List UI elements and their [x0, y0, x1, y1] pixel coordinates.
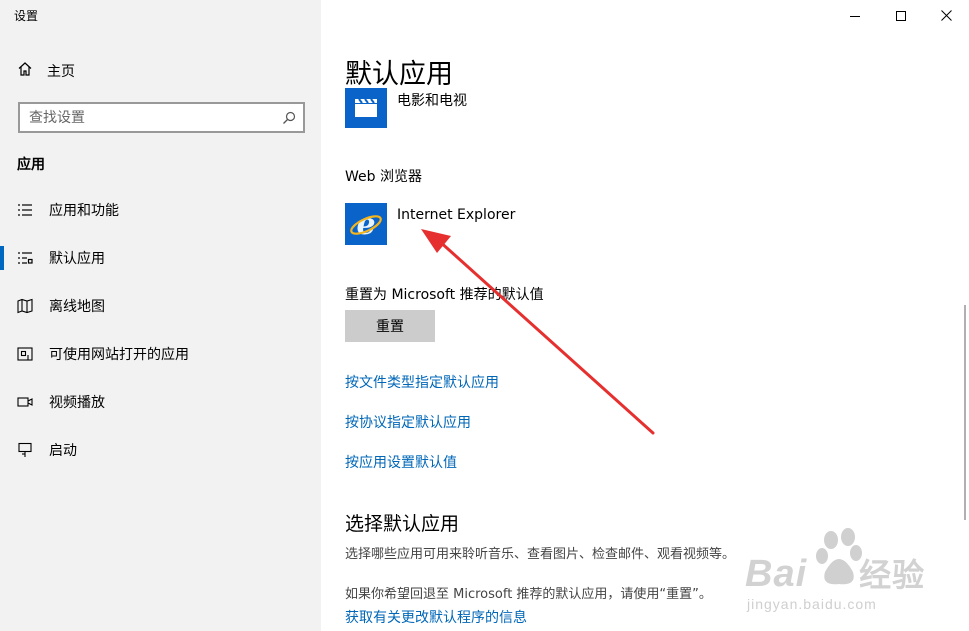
- internet-explorer-icon: e: [345, 203, 387, 245]
- svg-text:e: e: [356, 207, 375, 242]
- startup-icon: [17, 442, 33, 458]
- set-defaults-by-app-link[interactable]: 按应用设置默认值: [345, 452, 457, 472]
- default-apps-icon: [17, 250, 33, 266]
- sidebar-item-label: 启动: [49, 443, 77, 459]
- choose-by-file-type-link[interactable]: 按文件类型指定默认应用: [345, 372, 499, 392]
- home-label: 主页: [47, 64, 75, 80]
- sidebar-item-default-apps[interactable]: 默认应用: [0, 238, 321, 278]
- reset-description: 如果你希望回退至 Microsoft 推荐的默认应用，请使用“重置”。: [345, 587, 712, 602]
- home-link[interactable]: 主页: [17, 60, 75, 82]
- choose-default-apps-title: 选择默认应用: [345, 513, 460, 535]
- window-title: 设置: [14, 9, 39, 23]
- search-box[interactable]: [18, 102, 305, 133]
- sidebar-section-title: 应用: [17, 157, 45, 173]
- map-icon: [17, 298, 33, 314]
- list-icon: [17, 202, 33, 218]
- learn-more-link[interactable]: 获取有关更改默认程序的信息: [345, 607, 527, 627]
- reset-button[interactable]: 重置: [345, 310, 435, 342]
- video-icon: [17, 394, 33, 410]
- sidebar-item-label: 应用和功能: [49, 203, 119, 219]
- sidebar-item-video-playback[interactable]: 视频播放: [0, 382, 321, 422]
- sidebar: 设置 主页 应用 应用和功能 默认应用 离线地图 可: [0, 0, 321, 631]
- search-icon[interactable]: [282, 110, 296, 124]
- video-app-name: 电影和电视: [397, 93, 467, 109]
- selection-indicator: [0, 246, 4, 270]
- web-browser-app-name: Internet Explorer: [397, 207, 516, 223]
- sidebar-item-label: 可使用网站打开的应用: [49, 347, 189, 363]
- search-input[interactable]: [20, 104, 275, 131]
- choose-by-protocol-link[interactable]: 按协议指定默认应用: [345, 412, 471, 432]
- video-player-default[interactable]: 电影和电视: [345, 88, 467, 128]
- reset-heading: 重置为 Microsoft 推荐的默认值: [345, 287, 544, 303]
- main-content: 默认应用 电影和电视 Web 浏览器 e Internet Explorer 重…: [321, 0, 969, 631]
- sidebar-item-apps-features[interactable]: 应用和功能: [0, 190, 321, 230]
- sidebar-item-startup[interactable]: 启动: [0, 430, 321, 470]
- web-browser-heading: Web 浏览器: [345, 169, 422, 185]
- page-title: 默认应用: [345, 59, 453, 90]
- home-icon: [17, 61, 33, 81]
- sidebar-item-label: 视频播放: [49, 395, 105, 411]
- choose-description: 选择哪些应用可用来聆听音乐、查看图片、检查邮件、观看视频等。: [345, 547, 736, 562]
- scrollbar-thumb[interactable]: [964, 305, 966, 520]
- web-browser-default[interactable]: e Internet Explorer: [345, 203, 515, 245]
- movies-tv-app-icon: [345, 88, 387, 128]
- sidebar-item-offline-maps[interactable]: 离线地图: [0, 286, 321, 326]
- web-app-icon: [17, 346, 33, 362]
- sidebar-item-web-apps[interactable]: 可使用网站打开的应用: [0, 334, 321, 374]
- sidebar-item-label: 默认应用: [49, 251, 105, 267]
- sidebar-item-label: 离线地图: [49, 299, 105, 315]
